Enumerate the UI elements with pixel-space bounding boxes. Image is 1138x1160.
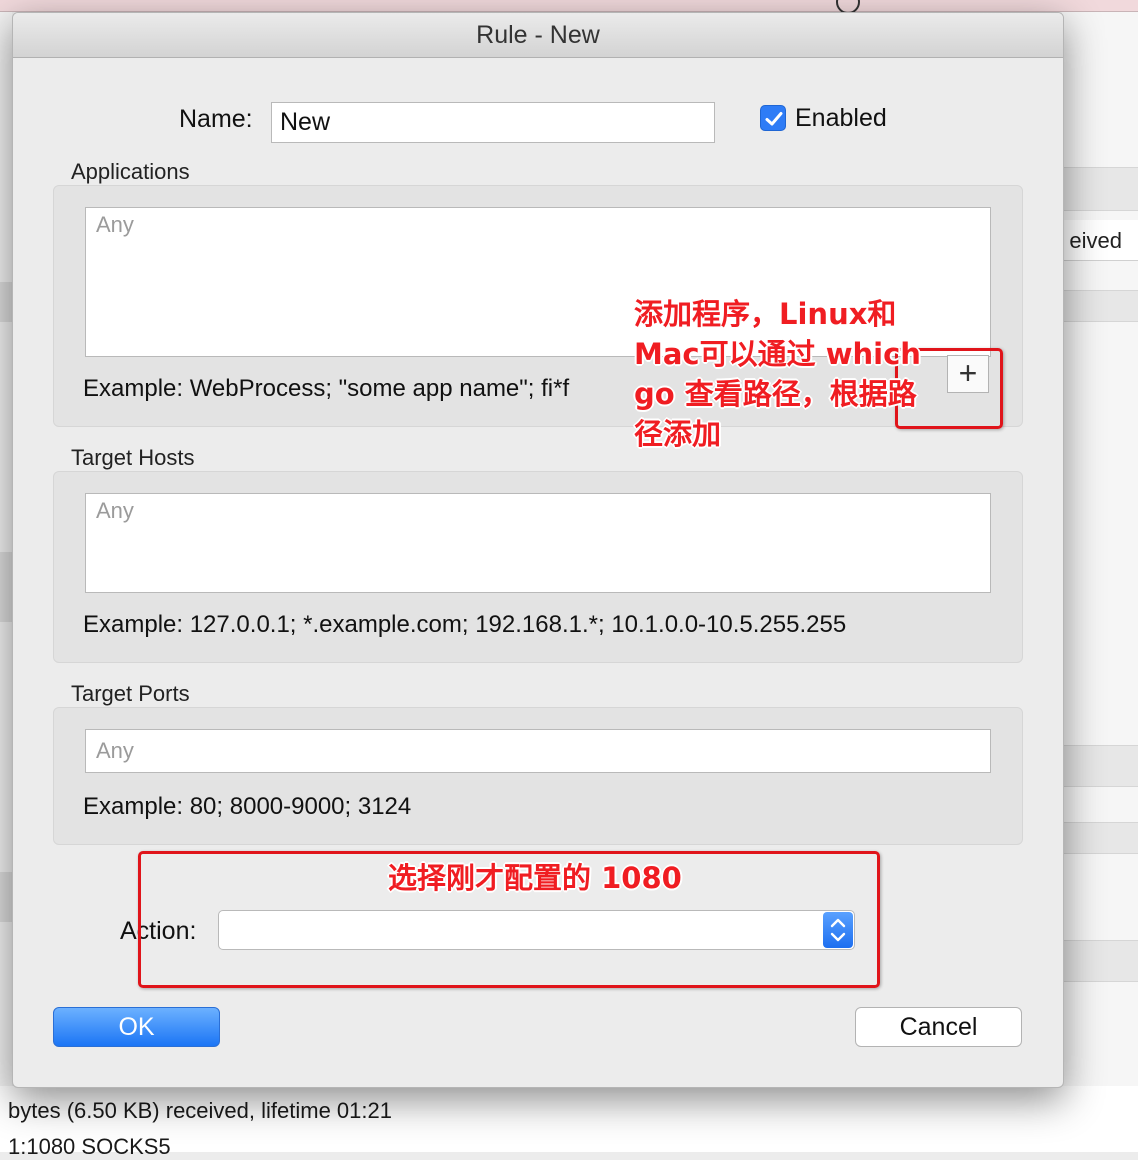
dialog-title: Rule - New [13, 13, 1063, 58]
applications-label: Applications [71, 159, 190, 184]
annotation-line: 径添加 [634, 417, 722, 451]
target-ports-example: Example: 80; 8000-9000; 3124 [83, 793, 412, 820]
annotation-line: 添加程序，Linux和 [634, 297, 897, 331]
target-hosts-label: Target Hosts [71, 445, 195, 470]
target-ports-label: Target Ports [71, 681, 190, 706]
background-window-left-edge [0, 12, 12, 1152]
background-log-line: 1:1080 SOCKS5 [8, 1134, 171, 1159]
menu-bar [0, 0, 1138, 14]
background-log-line: bytes (6.50 KB) received, lifetime 01:21 [8, 1098, 392, 1123]
cancel-button[interactable]: Cancel [855, 1007, 1022, 1047]
target-ports-group [53, 707, 1023, 845]
name-input[interactable] [271, 102, 715, 143]
background-column-header-label: eived [1069, 228, 1122, 253]
applications-example: Example: WebProcess; "some app name"; fi… [83, 375, 570, 402]
background-column-header: eived [1062, 220, 1138, 261]
annotation-line: Mac可以通过 which [634, 337, 921, 371]
target-hosts-input[interactable] [85, 493, 991, 593]
background-log-area: bytes (6.50 KB) received, lifetime 01:21… [0, 1086, 1138, 1159]
annotation-text-action: 选择刚才配置的 1080 [388, 861, 682, 895]
ok-button[interactable]: OK [53, 1007, 220, 1047]
enabled-checkbox[interactable] [760, 105, 786, 131]
target-hosts-example: Example: 127.0.0.1; *.example.com; 192.1… [83, 611, 847, 638]
target-ports-input[interactable] [85, 729, 991, 773]
checkmark-icon [765, 112, 783, 126]
background-window-right-edge: eived [1062, 12, 1138, 1152]
name-label: Name: [179, 105, 253, 133]
annotation-text-add-app: 添加程序，Linux和 Mac可以通过 which go 查看路径，根据路 径添… [634, 294, 921, 454]
enabled-label: Enabled [795, 104, 887, 132]
annotation-line: go 查看路径，根据路 [634, 377, 917, 411]
